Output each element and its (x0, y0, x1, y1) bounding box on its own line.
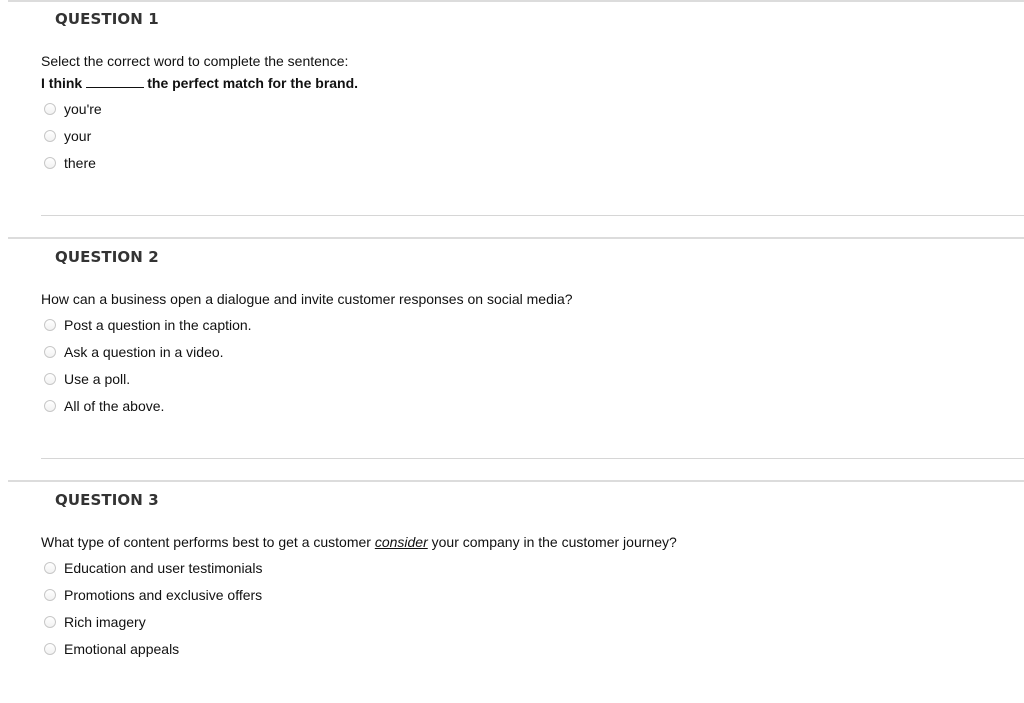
answer-option[interactable]: you're (44, 101, 102, 117)
answer-option[interactable]: Emotional appeals (44, 641, 179, 657)
question-sentence: I think the perfect match for the brand. (41, 75, 358, 91)
option-label: Ask a question in a video. (64, 344, 224, 360)
radio-button[interactable] (44, 373, 56, 385)
fill-in-blank (86, 76, 145, 88)
question-title: QUESTION 1 (55, 10, 159, 28)
question-2: QUESTION 2 How can a business open a dia… (8, 237, 1024, 483)
question-1: QUESTION 1 Select the correct word to co… (8, 0, 1024, 240)
option-label: All of the above. (64, 398, 165, 414)
prompt-emphasis: consider (374, 534, 428, 550)
answer-option[interactable]: Education and user testimonials (44, 560, 262, 576)
answer-option[interactable]: Use a poll. (44, 371, 130, 387)
radio-button[interactable] (44, 643, 56, 655)
answer-option[interactable]: Promotions and exclusive offers (44, 587, 262, 603)
option-label: Post a question in the caption. (64, 317, 252, 333)
question-prompt: Select the correct word to complete the … (41, 53, 349, 69)
question-prompt: What type of content performs best to ge… (41, 534, 677, 550)
radio-button[interactable] (44, 103, 56, 115)
question-divider (41, 215, 1024, 216)
option-label: Use a poll. (64, 371, 131, 387)
answer-option[interactable]: Rich imagery (44, 614, 146, 630)
answer-option[interactable]: your (44, 128, 91, 144)
option-label: Emotional appeals (64, 641, 180, 657)
question-title: QUESTION 2 (55, 248, 159, 266)
question-3: QUESTION 3 What type of content performs… (8, 480, 1024, 703)
radio-button[interactable] (44, 346, 56, 358)
answer-option[interactable]: All of the above. (44, 398, 164, 414)
radio-button[interactable] (44, 616, 56, 628)
sentence-end: the perfect match for the brand. (147, 75, 359, 91)
answer-option[interactable]: Post a question in the caption. (44, 317, 252, 333)
option-label: you're (64, 101, 102, 117)
radio-button[interactable] (44, 589, 56, 601)
answer-option[interactable]: there (44, 155, 96, 171)
prompt-end: your company in the customer journey? (427, 534, 677, 550)
sentence-start: I think (41, 75, 83, 91)
answer-option[interactable]: Ask a question in a video. (44, 344, 224, 360)
radio-button[interactable] (44, 319, 56, 331)
prompt-start: What type of content performs best to ge… (41, 534, 375, 550)
radio-button[interactable] (44, 562, 56, 574)
question-divider (41, 458, 1024, 459)
radio-button[interactable] (44, 157, 56, 169)
option-label: your (64, 128, 92, 144)
option-label: Rich imagery (64, 614, 146, 630)
question-title: QUESTION 3 (55, 491, 159, 509)
radio-button[interactable] (44, 130, 56, 142)
question-prompt: How can a business open a dialogue and i… (41, 291, 573, 307)
radio-button[interactable] (44, 400, 56, 412)
option-label: there (64, 155, 96, 171)
option-label: Promotions and exclusive offers (64, 587, 263, 603)
option-label: Education and user testimonials (64, 560, 263, 576)
